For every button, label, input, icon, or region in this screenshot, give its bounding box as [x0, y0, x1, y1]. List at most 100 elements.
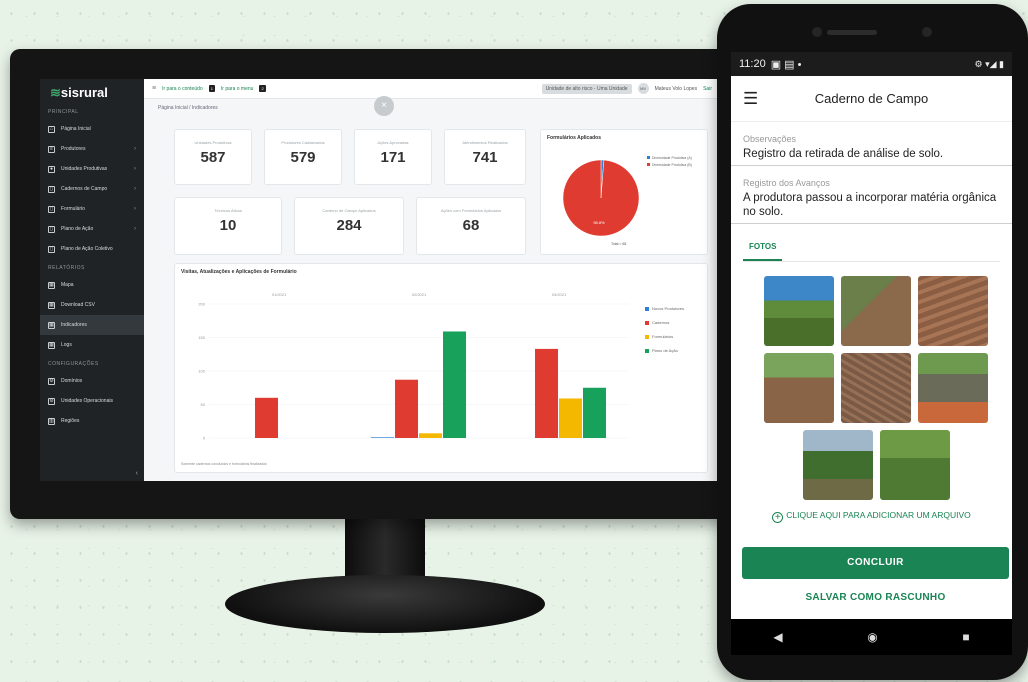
legend-item[interactable]: Plano de Ação	[645, 348, 684, 353]
skip-to-menu-link[interactable]: Ir para o menu	[221, 86, 254, 92]
field-value[interactable]: Registro da retirada de análise de solo.	[743, 147, 1000, 161]
map-icon: ▦	[48, 281, 55, 289]
photo-thumbnail[interactable]	[880, 430, 950, 500]
sidebar-item[interactable]: ⚙ Domínios	[40, 371, 144, 391]
legend-label: Novos Produtores	[652, 306, 685, 311]
observacoes-field[interactable]: Observações Registro da retirada de anál…	[731, 134, 1012, 166]
sidebar-item-label: Produtores	[61, 146, 86, 152]
sidebar-item[interactable]: ▦ Mapa	[40, 275, 144, 295]
sidebar-item[interactable]: ● Unidades Produtivas ›	[40, 159, 144, 179]
y-tick-label: 100	[198, 369, 205, 374]
chart-icon: ▦	[48, 321, 55, 329]
bar[interactable]	[419, 433, 442, 438]
app-bar: ☰ Caderno de Campo	[731, 76, 1012, 122]
shortcut-badge: 2	[259, 85, 266, 92]
concluir-button[interactable]: CONCLUIR	[742, 547, 1009, 579]
pie-data-label: 98.8%	[593, 220, 605, 225]
stat-card: Caderno de Campo Aplicados 284	[294, 197, 404, 255]
home-icon: ⌂	[48, 125, 55, 133]
collapse-sidebar-icon[interactable]: ‹	[136, 470, 138, 477]
sidebar-item[interactable]: ≡ Produtores ›	[40, 139, 144, 159]
field-label: Observações	[743, 134, 797, 144]
status-bar: 11:20 ▣ ▤ • ⚙ ▾◢ ▮	[731, 52, 1012, 76]
field-value[interactable]: A produtora passou a incorporar matéria …	[743, 191, 1000, 219]
hamburger-menu-icon[interactable]: ☰	[743, 89, 763, 109]
bar[interactable]	[371, 437, 394, 438]
form-icon: ▯	[48, 205, 55, 213]
sidebar-item[interactable]: ▯ Plano de Ação ›	[40, 219, 144, 239]
y-tick-label: 150	[198, 335, 205, 340]
topbar: ≡ Ir para o conteúdo 1 Ir para o menu 2 …	[144, 79, 720, 99]
phone-sensor	[922, 27, 932, 37]
phone-speaker	[827, 30, 877, 35]
pie-legend-item[interactable]: Diversidade Produtiva (B)	[647, 163, 705, 167]
save-draft-button[interactable]: SALVAR COMO RASCUNHO	[742, 592, 1009, 612]
sidebar-item[interactable]: ▦ Logs	[40, 335, 144, 355]
photo-thumbnail[interactable]	[918, 353, 988, 423]
plan-icon: ▯	[48, 245, 55, 253]
sidebar-item[interactable]: ▦ Indicadores	[40, 315, 144, 335]
legend-item[interactable]: Formulários	[645, 334, 684, 339]
bar[interactable]	[535, 348, 558, 438]
tab-fotos[interactable]: FOTOS	[743, 236, 783, 261]
y-tick-label: 50	[201, 402, 206, 407]
avatar[interactable]: MV	[637, 83, 649, 94]
bar-chart-card: Visitas, Atualizações e Aplicações de Fo…	[174, 263, 708, 473]
sidebar-section-title: CONFIGURAÇÕES	[48, 361, 99, 367]
sidebar-item[interactable]: ⌂ Página Inicial	[40, 119, 144, 139]
menu-icon[interactable]: ≡	[152, 85, 156, 92]
legend-item[interactable]: Cadernos	[645, 320, 684, 325]
legend-swatch	[645, 320, 649, 325]
logout-link[interactable]: Sair	[703, 86, 712, 92]
photo-thumbnail[interactable]	[918, 276, 988, 346]
notification-icons: ▣ ▤ •	[770, 58, 802, 71]
log-icon: ▦	[48, 341, 55, 349]
photo-thumbnail[interactable]	[764, 276, 834, 346]
bar[interactable]	[583, 387, 606, 438]
monitor-base	[225, 575, 545, 633]
bar[interactable]	[255, 397, 278, 438]
status-icons: ⚙ ▾◢ ▮	[974, 58, 1004, 69]
gear-icon: ⚙	[48, 377, 55, 385]
y-tick-label: 0	[203, 436, 206, 441]
photo-thumbnail[interactable]	[841, 276, 911, 346]
photo-thumbnail[interactable]	[764, 353, 834, 423]
home-circle-icon[interactable]: ◉	[867, 630, 877, 644]
chevron-right-icon: ›	[134, 226, 136, 232]
bar[interactable]	[395, 379, 418, 438]
user-name[interactable]: Mateus Volo Lopes	[655, 86, 698, 92]
sidebar-item[interactable]: ▯ Formulário ›	[40, 199, 144, 219]
x-category-label: 03/2021	[552, 292, 567, 297]
sidebar-item-label: Download CSV	[61, 302, 95, 308]
stat-label: Ações com Formulários Aplicados	[440, 208, 502, 213]
x-category-label: 01/2021	[272, 292, 287, 297]
skip-to-content-link[interactable]: Ir para o conteúdo	[162, 86, 203, 92]
sidebar-item[interactable]: ▥ Regiões	[40, 411, 144, 431]
app-logo[interactable]: ≋sisrural	[40, 79, 144, 103]
photo-thumbnail[interactable]	[803, 430, 873, 500]
android-nav-bar: ◀ ◉ ■	[731, 619, 1012, 655]
close-icon[interactable]: ×	[374, 96, 394, 116]
sidebar-item[interactable]: ▯ Plano de Ação Coletivo	[40, 239, 144, 259]
region-icon: ▥	[48, 417, 55, 425]
pie-legend-item[interactable]: Diversidade Produtiva (A)	[647, 156, 705, 160]
sidebar-item-label: Formulário	[61, 206, 85, 212]
sidebar-item[interactable]: ▦ Download CSV	[40, 295, 144, 315]
legend-item[interactable]: Novos Produtores	[645, 306, 684, 311]
unit-select[interactable]: Unidade de alto risco - Uma Unidade	[541, 83, 632, 94]
bar[interactable]	[443, 331, 466, 438]
chevron-right-icon: ›	[134, 166, 136, 172]
avancos-field[interactable]: Registro dos Avanços A produtora passou …	[731, 178, 1012, 224]
sidebar-nav: PRINCIPAL ⌂ Página Inicial ≡ Produtores › ● Uni…	[40, 103, 144, 431]
bar[interactable]	[559, 398, 582, 438]
shortcut-badge: 1	[208, 85, 215, 92]
add-file-link[interactable]: + CLIQUE AQUI PARA ADICIONAR UM ARQUIVO	[731, 510, 1012, 523]
sidebar-item[interactable]: ⚙ Unidades Operacionais	[40, 391, 144, 411]
stat-value: 171	[380, 149, 406, 166]
recents-icon[interactable]: ■	[962, 630, 969, 644]
y-tick-label: 200	[198, 302, 205, 307]
sidebar-item[interactable]: ▯ Cadernos de Campo ›	[40, 179, 144, 199]
photo-thumbnail[interactable]	[841, 353, 911, 423]
legend-swatch	[645, 306, 649, 311]
back-icon[interactable]: ◀	[773, 630, 782, 644]
